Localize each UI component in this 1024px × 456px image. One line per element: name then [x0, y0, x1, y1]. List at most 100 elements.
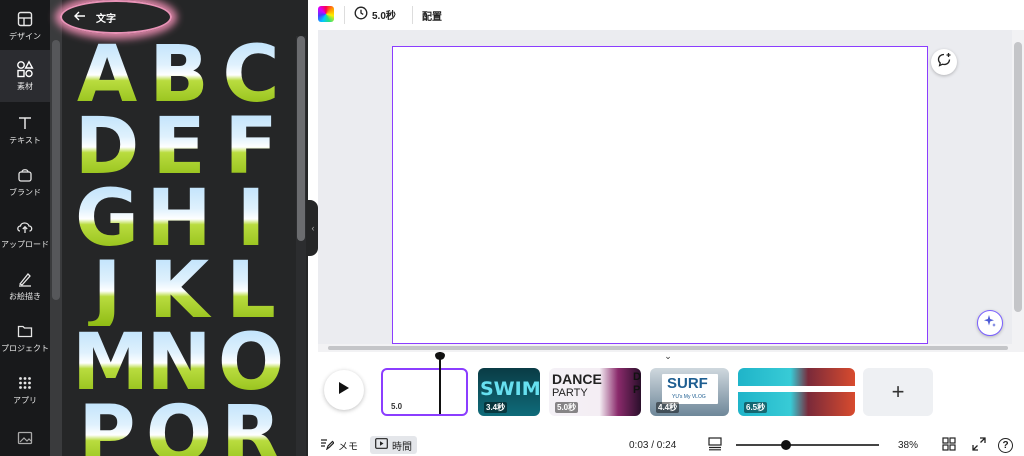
- draw-icon: [16, 270, 34, 288]
- chevron-left-icon: ‹: [311, 223, 315, 233]
- timeline-clip[interactable]: 5.0: [381, 368, 468, 416]
- timeline-clip[interactable]: SURF YU's My VLOG 4.4秒: [650, 368, 729, 416]
- rail-item-label: ブランド: [9, 188, 41, 197]
- panel-header[interactable]: 文字: [66, 4, 166, 30]
- duration-label: 5.0秒: [372, 11, 396, 22]
- add-clip-button[interactable]: +: [863, 368, 933, 416]
- zoom-level[interactable]: 38%: [898, 436, 918, 454]
- letter-tile[interactable]: H: [144, 180, 214, 258]
- rail-item-label: プロジェクト: [1, 344, 49, 353]
- rail-item-label: アプリ: [13, 396, 37, 405]
- add-comment-button[interactable]: [931, 49, 957, 75]
- panel-title: 文字: [96, 13, 116, 25]
- top-toolbar: 5.0秒 配置: [308, 0, 1024, 30]
- clip-extra: D P: [633, 371, 641, 396]
- rail-item-text[interactable]: テキスト: [0, 104, 50, 156]
- play-icon: [338, 381, 350, 400]
- panel-divider: [50, 0, 62, 456]
- color-picker-icon[interactable]: [318, 6, 334, 22]
- rail-item-apps[interactable]: アプリ: [0, 364, 50, 416]
- rail-item-elements[interactable]: 素材: [0, 50, 50, 102]
- letter-tile[interactable]: M: [72, 324, 150, 402]
- timeline-clip[interactable]: DANCE PARTY D P 5.0秒: [549, 368, 641, 416]
- letter-tile[interactable]: R: [216, 396, 286, 456]
- arrange-button[interactable]: 配置: [422, 8, 442, 23]
- duration-button[interactable]: 5.0秒: [354, 6, 396, 23]
- clip-duration: 5.0秒: [555, 402, 579, 413]
- clip-duration: 5.0: [391, 402, 403, 411]
- help-icon: ?: [998, 437, 1013, 453]
- divider: [344, 6, 345, 24]
- shapes-icon: [16, 60, 34, 78]
- folder-icon: [16, 322, 34, 340]
- upload-icon: [16, 218, 34, 236]
- letter-tile[interactable]: L: [216, 252, 286, 330]
- zoom-slider-track[interactable]: [736, 444, 879, 446]
- chevron-down-icon[interactable]: ⌄: [660, 352, 676, 361]
- clip-title: SURF: [667, 375, 708, 392]
- expand-icon: [972, 436, 986, 454]
- letter-tile[interactable]: A: [72, 40, 142, 114]
- time-mode-label: 時間: [392, 441, 412, 453]
- letter-tile[interactable]: I: [216, 180, 286, 258]
- panel-scrollbar[interactable]: [296, 36, 306, 456]
- collapse-panel-button[interactable]: ‹: [308, 200, 318, 256]
- divider: [412, 6, 413, 24]
- rail-item-design[interactable]: デザイン: [0, 0, 50, 52]
- fullscreen-button[interactable]: [972, 436, 986, 454]
- letter-tile[interactable]: G: [72, 180, 142, 258]
- rail-item-brand[interactable]: ブランド: [0, 156, 50, 208]
- clip-title: DANCE: [552, 371, 602, 387]
- letter-tile[interactable]: P: [72, 396, 142, 456]
- timeline-bottom-bar: メモ 時間 0:03 / 0:24 38% ?: [308, 434, 1024, 456]
- clip-duration: 6.5秒: [744, 402, 768, 413]
- clip-title: SWIM: [480, 378, 540, 400]
- play-button[interactable]: [324, 370, 364, 410]
- canvas-workspace: [318, 30, 1012, 344]
- time-display: 0:03 / 0:24: [629, 439, 677, 451]
- timeline-clip[interactable]: SWIM 3.4秒: [478, 368, 540, 416]
- sparkle-icon: [983, 314, 997, 333]
- image-icon: [16, 429, 34, 447]
- letter-tile[interactable]: C: [216, 40, 286, 114]
- layout-view-button[interactable]: [708, 436, 722, 454]
- video-icon: [375, 438, 388, 452]
- letter-tile[interactable]: N: [144, 324, 214, 402]
- rail-item-upload[interactable]: アップロード: [0, 208, 50, 260]
- rail-item-photos[interactable]: [0, 420, 50, 456]
- letter-tile[interactable]: E: [144, 108, 214, 186]
- clip-subtitle: YU's My VLOG: [672, 394, 706, 400]
- magic-assistant-button[interactable]: [977, 310, 1003, 336]
- rail-item-label: テキスト: [9, 136, 41, 145]
- clip-subtitle: PARTY: [552, 387, 588, 399]
- layout-icon: [16, 10, 34, 28]
- rail-item-projects[interactable]: プロジェクト: [0, 312, 50, 364]
- letter-tile[interactable]: D: [72, 108, 142, 186]
- brand-icon: [16, 166, 34, 184]
- letter-tile[interactable]: Q: [144, 396, 214, 456]
- notes-button[interactable]: メモ: [320, 436, 358, 454]
- playhead[interactable]: [439, 352, 441, 414]
- letter-tile[interactable]: B: [144, 40, 214, 114]
- canvas-vertical-scrollbar[interactable]: [1012, 30, 1024, 344]
- help-button[interactable]: ?: [998, 436, 1013, 454]
- letter-tile[interactable]: F: [216, 108, 286, 186]
- letter-tile[interactable]: O: [216, 324, 286, 402]
- letter-grid: A B C D E F G H I J K L M N O P Q R: [62, 40, 294, 456]
- letter-tile[interactable]: J: [72, 252, 142, 330]
- rail-item-label: お絵描き: [9, 292, 41, 301]
- layout-view-icon: [708, 436, 722, 454]
- rail-item-label: デザイン: [9, 32, 41, 41]
- clip-stripe: [738, 386, 855, 392]
- rail-item-draw[interactable]: お絵描き: [0, 260, 50, 312]
- timeline-clip[interactable]: 6.5秒: [738, 368, 855, 416]
- time-mode-button[interactable]: 時間: [370, 436, 417, 454]
- clock-icon: [354, 6, 368, 23]
- zoom-slider-handle[interactable]: [781, 440, 791, 450]
- arrow-left-icon[interactable]: [74, 11, 86, 24]
- grid-view-button[interactable]: [942, 436, 956, 454]
- design-canvas[interactable]: [392, 46, 928, 344]
- notes-label: メモ: [338, 441, 358, 453]
- text-icon: [16, 114, 34, 132]
- letter-tile[interactable]: K: [144, 252, 214, 330]
